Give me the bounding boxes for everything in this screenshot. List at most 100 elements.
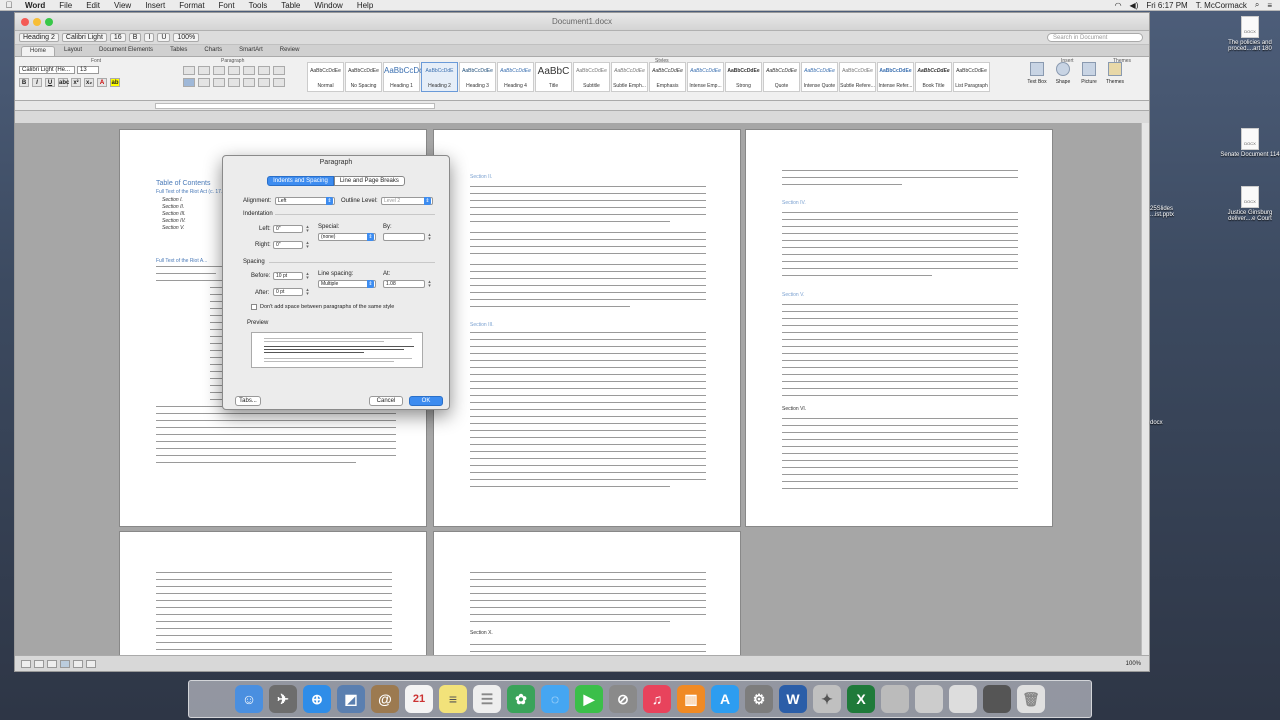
- font-name-select[interactable]: Calibri Light (He...: [19, 66, 75, 74]
- tab-charts[interactable]: Charts: [196, 46, 230, 56]
- reminders-icon[interactable]: ☰: [473, 685, 501, 713]
- cancel-button[interactable]: Cancel: [369, 396, 403, 406]
- facetime-icon[interactable]: ▶: [575, 685, 603, 713]
- after-spacing-input[interactable]: 0 pt: [273, 288, 303, 296]
- style-intense-quote[interactable]: AaBbCcDdEe Intense Quote: [801, 62, 838, 92]
- style-box[interactable]: Heading 2: [19, 33, 59, 42]
- toc-item[interactable]: Section III.: [162, 211, 186, 217]
- show-marks-button[interactable]: [273, 66, 285, 75]
- size-box[interactable]: 16: [109, 33, 126, 42]
- style-heading-3[interactable]: AaBbCcDdEe Heading 3: [459, 62, 496, 92]
- alignment-select[interactable]: Left: [275, 197, 335, 205]
- notebook-view-button[interactable]: [73, 659, 83, 668]
- volume-icon[interactable]: ◀): [1130, 1, 1139, 10]
- tab-document-elements[interactable]: Document Elements: [91, 46, 161, 56]
- align-left-button[interactable]: [183, 78, 195, 87]
- tab-indents-and-spacing[interactable]: Indents and Spacing: [267, 176, 334, 186]
- font-box[interactable]: Calibri Light: [61, 33, 107, 42]
- font-color-button[interactable]: A: [97, 78, 107, 87]
- menu-edit[interactable]: Edit: [79, 1, 107, 10]
- style-intense-reference[interactable]: AaBbCcDdEe Intense Refer...: [877, 62, 914, 92]
- menu-view[interactable]: View: [107, 1, 138, 10]
- strikethrough-button[interactable]: abc: [58, 78, 69, 87]
- before-stepper-icon[interactable]: ▴ ▾: [305, 272, 310, 281]
- menu-format[interactable]: Format: [172, 1, 211, 10]
- decrease-indent-button[interactable]: [228, 66, 240, 75]
- document-area[interactable]: Table of Contents Full Text of the Riot …: [15, 123, 1149, 655]
- clock[interactable]: Fri 6:17 PM: [1146, 1, 1187, 10]
- search-input[interactable]: Search in Document: [1047, 33, 1143, 42]
- at-input[interactable]: 1.08: [383, 280, 425, 288]
- menu-app-word[interactable]: Word: [18, 1, 52, 10]
- tab-tables[interactable]: Tables: [162, 46, 195, 56]
- unknown-app-icon[interactable]: ✦: [813, 685, 841, 713]
- style-list-paragraph[interactable]: AaBbCcDdEe List Paragraph: [953, 62, 990, 92]
- sort-button[interactable]: [258, 66, 270, 75]
- style-subtitle[interactable]: AaBbCcDdEe Subtitle: [573, 62, 610, 92]
- safari-icon[interactable]: ⊕: [303, 685, 331, 713]
- style-no-spacing[interactable]: AaBbCcDdEe No Spacing: [345, 62, 382, 92]
- document-thumbnail-icon[interactable]: [915, 685, 943, 713]
- document-thumbnail-icon[interactable]: [881, 685, 909, 713]
- line-spacing-select[interactable]: Multiple: [318, 280, 376, 288]
- toc-item[interactable]: Section II.: [162, 204, 184, 210]
- desktop-file-policies[interactable]: DOCX The policies and proced....art 180: [1220, 16, 1280, 52]
- vertical-scrollbar[interactable]: [1141, 123, 1149, 655]
- tab-line-and-page-breaks[interactable]: Line and Page Breaks: [333, 176, 405, 186]
- system-preferences-icon[interactable]: ⚙: [745, 685, 773, 713]
- page-5[interactable]: Section X.: [433, 531, 741, 655]
- after-stepper-icon[interactable]: ▴ ▾: [305, 288, 310, 297]
- left-indent-stepper-icon[interactable]: ▴ ▾: [305, 225, 310, 234]
- focus-view-button[interactable]: [86, 659, 96, 668]
- superscript-button[interactable]: x²: [71, 78, 81, 87]
- style-title[interactable]: AaBbC Title: [535, 62, 572, 92]
- notification-icon[interactable]: ≡: [1267, 1, 1272, 10]
- menu-insert[interactable]: Insert: [138, 1, 172, 10]
- menu-help[interactable]: Help: [350, 1, 380, 10]
- desktop-file-pptx-partial[interactable]: 25Slides ...ist.pptx: [1150, 206, 1182, 218]
- calendar-icon[interactable]: 21: [405, 685, 433, 713]
- style-subtle-emphasis[interactable]: AaBbCcDdEe Subtle Emph...: [611, 62, 648, 92]
- spotlight-icon[interactable]: ⌕: [1255, 0, 1259, 10]
- page-2[interactable]: Section II. Section III.: [433, 129, 741, 527]
- desktop-file-ginsburg[interactable]: DOCX Justice Ginsburg deliver....e Court: [1220, 186, 1280, 222]
- photos-icon[interactable]: ✿: [507, 685, 535, 713]
- toc-item[interactable]: Section I.: [162, 197, 183, 203]
- justify-button[interactable]: [228, 78, 240, 87]
- style-heading-2[interactable]: AaBbCcDdE Heading 2: [421, 62, 458, 92]
- ruler[interactable]: [15, 101, 1149, 111]
- style-normal[interactable]: AaBbCcDdEe Normal: [307, 62, 344, 92]
- word-app-icon[interactable]: W: [779, 685, 807, 713]
- menu-file[interactable]: File: [52, 1, 79, 10]
- bullets-button[interactable]: [183, 66, 195, 75]
- desktop-file-senate[interactable]: DOCX Senate Document 114: [1220, 128, 1280, 158]
- apple-menu-icon[interactable]: : [0, 0, 18, 10]
- text-box-button[interactable]: Text Box: [1027, 62, 1047, 85]
- underline-toolbar-button[interactable]: U: [157, 33, 171, 42]
- by-input[interactable]: [383, 233, 425, 241]
- notes-icon[interactable]: ≡: [439, 685, 467, 713]
- align-right-button[interactable]: [213, 78, 225, 87]
- toc-item[interactable]: Section IV.: [162, 218, 186, 224]
- minimize-window-button[interactable]: [33, 17, 41, 26]
- style-heading-4[interactable]: AaBbCcDdEe Heading 4: [497, 62, 534, 92]
- right-indent-stepper-icon[interactable]: ▴ ▾: [305, 241, 310, 250]
- subscript-button[interactable]: x₂: [84, 78, 94, 87]
- numbering-button[interactable]: [198, 66, 210, 75]
- at-stepper-icon[interactable]: ▴ ▾: [427, 280, 432, 289]
- print-layout-button[interactable]: [60, 659, 70, 668]
- by-stepper-icon[interactable]: ▴ ▾: [427, 233, 432, 242]
- bold-toolbar-button[interactable]: B: [128, 33, 142, 42]
- wifi-icon[interactable]: ◠: [1115, 1, 1122, 10]
- finder-icon[interactable]: ☺: [235, 685, 263, 713]
- menu-window[interactable]: Window: [307, 1, 349, 10]
- publishing-view-button[interactable]: [47, 659, 57, 668]
- dont-add-space-checkbox[interactable]: [251, 304, 257, 310]
- outline-view-button[interactable]: [34, 659, 44, 668]
- shading-button[interactable]: [258, 78, 270, 87]
- contacts-icon[interactable]: @: [371, 685, 399, 713]
- document-thumbnail-icon[interactable]: [949, 685, 977, 713]
- shape-button[interactable]: Shape: [1053, 62, 1073, 85]
- toc-item[interactable]: Section V.: [162, 225, 184, 231]
- zoom-box[interactable]: 100%: [173, 33, 200, 42]
